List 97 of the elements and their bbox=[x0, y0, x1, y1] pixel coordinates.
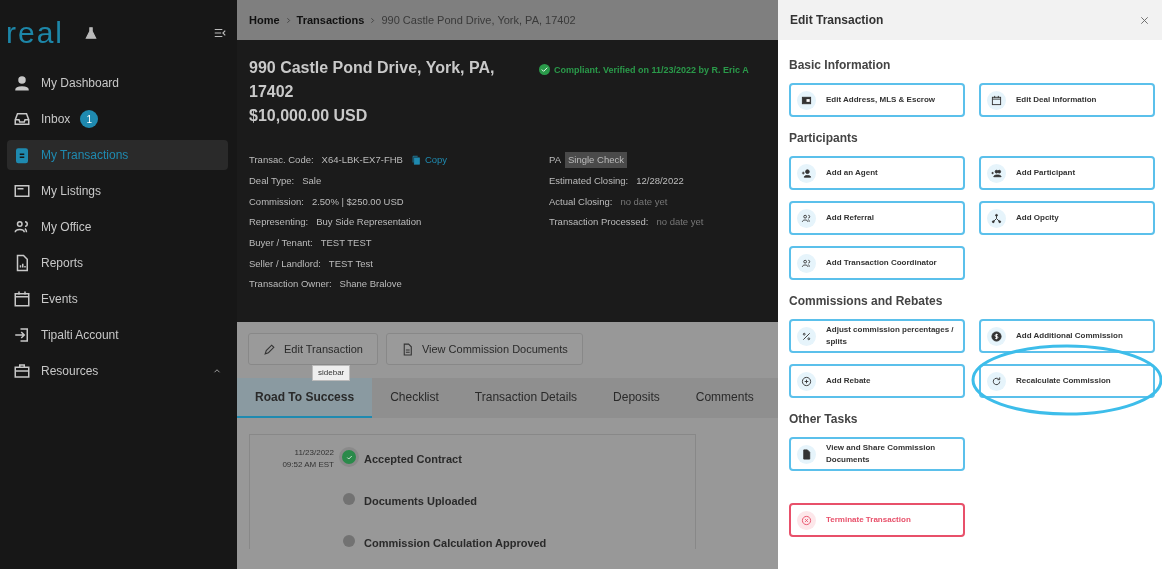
field-label: Commission: bbox=[249, 194, 304, 209]
price: $10,000.00 USD bbox=[249, 106, 369, 126]
add-people-icon bbox=[991, 167, 1002, 179]
field-value: Buy Side Representation bbox=[316, 215, 422, 230]
drawer-title: Edit Transaction bbox=[790, 12, 884, 29]
collapse-menu-icon bbox=[213, 26, 227, 40]
step-date: 11/23/2022 09:52 AM EST bbox=[281, 447, 334, 471]
card-icon bbox=[13, 182, 31, 200]
inbox-icon bbox=[13, 110, 31, 128]
action-button[interactable]: Adjust commission percentages / splits bbox=[789, 319, 965, 353]
field-value: no date yet bbox=[656, 215, 704, 230]
action-button[interactable]: Add Transaction Coordinator bbox=[789, 246, 965, 280]
wallet-icon bbox=[801, 94, 812, 106]
fork-icon bbox=[991, 212, 1002, 224]
refresh-icon bbox=[991, 375, 1002, 387]
copy-icon bbox=[410, 155, 421, 166]
percent-icon bbox=[801, 330, 812, 342]
field-value: TEST TEST bbox=[320, 235, 372, 250]
action-button[interactable]: View Commission Documents bbox=[385, 333, 583, 365]
field-value: 12/28/2022 bbox=[636, 173, 684, 188]
field-label: Transaction Processed: bbox=[549, 215, 649, 230]
action-button[interactable]: Edit Transaction bbox=[248, 333, 378, 365]
field-label: Transac. Code: bbox=[249, 153, 314, 168]
action-button[interactable]: Add Rebate bbox=[789, 364, 965, 398]
sidebar-item[interactable]: Inbox 1 bbox=[7, 104, 228, 134]
tab[interactable]: Road To Success bbox=[237, 378, 373, 418]
clipboard-icon bbox=[13, 146, 31, 164]
section-title: Other Tasks bbox=[789, 411, 859, 428]
sidebar-item[interactable]: Reports bbox=[7, 248, 228, 278]
action-button[interactable]: Edit Deal Information bbox=[979, 83, 1155, 117]
field-label: Buyer / Tenant: bbox=[249, 235, 313, 250]
sidebar-item[interactable]: Tipalti Account bbox=[7, 320, 228, 350]
people-icon bbox=[801, 257, 812, 269]
check-circle-icon bbox=[539, 64, 550, 75]
check-tag: Single Check bbox=[564, 152, 627, 169]
property-address: 990 Castle Pond Drive, York, PA, 17402 bbox=[249, 58, 496, 102]
section-title: Basic Information bbox=[789, 57, 892, 74]
count-badge: 1 bbox=[80, 110, 99, 128]
breadcrumb-link[interactable]: Transactions bbox=[296, 11, 365, 29]
action-button[interactable]: Add Additional Commission bbox=[979, 319, 1155, 353]
step-title: Documents Uploaded bbox=[364, 494, 478, 509]
field-value: no date yet bbox=[620, 194, 668, 209]
action-button[interactable]: Add Participant bbox=[979, 156, 1155, 190]
tooltip: sidebar bbox=[312, 365, 351, 381]
sidebar-item[interactable]: Resources bbox=[7, 356, 228, 386]
sidebar-item[interactable]: My Dashboard bbox=[7, 68, 228, 98]
section-title: Participants bbox=[789, 130, 859, 147]
field-label: Estimated Closing: bbox=[549, 173, 629, 188]
action-button[interactable]: Edit Address, MLS & Escrow bbox=[789, 83, 965, 117]
flask-icon bbox=[84, 26, 99, 40]
pencil-icon bbox=[263, 342, 276, 356]
tab[interactable]: Transaction Details bbox=[456, 378, 596, 418]
x-circle-icon bbox=[801, 514, 812, 526]
field-label: Seller / Landlord: bbox=[249, 256, 321, 271]
logo-text: real bbox=[6, 18, 65, 48]
breadcrumb-current: 990 Castle Pond Drive, York, PA, 17402 bbox=[381, 12, 576, 28]
field-label: Actual Closing: bbox=[549, 194, 613, 209]
field-value: Shane Bralove bbox=[339, 277, 402, 292]
copy-link[interactable]: Copy bbox=[410, 153, 448, 168]
section-title: Commissions and Rebates bbox=[789, 293, 944, 310]
tab[interactable]: Checklist bbox=[372, 378, 457, 418]
sidebar-item[interactable]: My Transactions bbox=[7, 140, 228, 170]
sidebar-item[interactable]: Events bbox=[7, 284, 228, 314]
action-button[interactable]: Add Referral bbox=[789, 201, 965, 235]
field-label: Deal Type: bbox=[249, 173, 295, 188]
compliance-status: Compliant. Verified on 11/23/2022 by R. Eric A bbox=[554, 64, 749, 77]
sidebar-item[interactable]: My Listings bbox=[7, 176, 228, 206]
step-title: Commission Calculation Approved bbox=[364, 536, 547, 551]
action-button[interactable]: Add Opcity bbox=[979, 201, 1155, 235]
field-value: 2.50% | $250.00 USD bbox=[311, 194, 404, 209]
person-icon bbox=[13, 74, 31, 92]
sidebar-item[interactable]: My Office bbox=[7, 212, 228, 242]
login-icon bbox=[13, 326, 31, 344]
file-icon bbox=[801, 448, 812, 460]
chevron-right-icon bbox=[368, 15, 378, 25]
field-value: Sale bbox=[302, 173, 322, 188]
action-button[interactable]: Add an Agent bbox=[789, 156, 965, 190]
tab[interactable]: Deposits bbox=[595, 378, 678, 418]
plus-circle-icon bbox=[801, 375, 812, 387]
calendar-icon bbox=[13, 290, 31, 308]
state-code: PA bbox=[549, 153, 561, 168]
field-value: TEST Test bbox=[328, 256, 373, 271]
action-button[interactable]: Recalculate Commission bbox=[979, 364, 1155, 398]
field-label: Representing: bbox=[249, 215, 309, 230]
field-label: Transaction Owner: bbox=[249, 277, 332, 292]
terminate-button[interactable]: Terminate Transaction bbox=[789, 503, 965, 537]
action-button[interactable]: View and Share Commission Documents bbox=[789, 437, 965, 471]
field-value: X64-LBK-EX7-FHB bbox=[321, 153, 403, 168]
tab[interactable]: Comments bbox=[677, 378, 772, 418]
breadcrumb-link[interactable]: Home bbox=[249, 11, 280, 29]
dollar-icon bbox=[991, 330, 1002, 342]
step-title: Accepted Contract bbox=[364, 452, 462, 467]
calendar-icon bbox=[991, 94, 1002, 106]
people-icon bbox=[801, 212, 812, 224]
add-person-icon bbox=[801, 167, 812, 179]
briefcase-icon bbox=[13, 362, 31, 380]
close-icon bbox=[1139, 15, 1150, 27]
